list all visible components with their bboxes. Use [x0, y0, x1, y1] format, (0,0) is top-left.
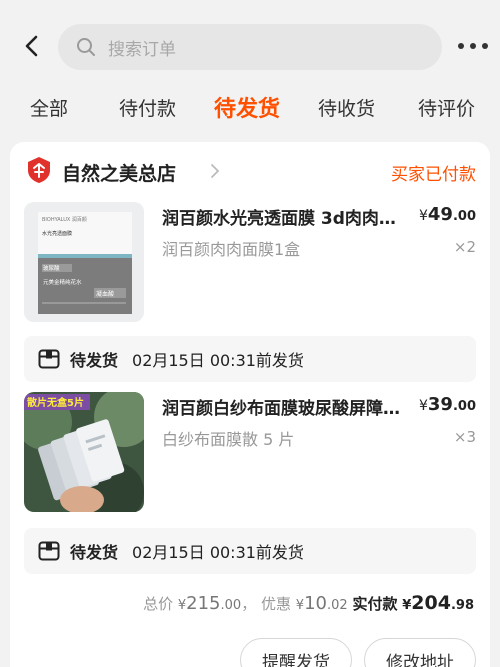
svg-text:玻尿酸: 玻尿酸: [43, 264, 60, 272]
product-title[interactable]: 润百颜水光亮透面膜 3d肉肉面膜: [162, 204, 406, 229]
more-menu-button[interactable]: [458, 38, 488, 54]
shipping-deadline-bar: 待发货 02月15日 00:31前发货: [24, 528, 476, 574]
chevron-right-icon: [211, 164, 220, 178]
svg-text:元美金精纯花水: 元美金精纯花水: [43, 278, 82, 286]
search-placeholder: 搜索订单: [108, 39, 176, 60]
back-button[interactable]: [18, 32, 46, 60]
svg-text:散片无盒5片: 散片无盒5片: [27, 396, 84, 409]
shipping-status: 待发货: [70, 543, 119, 562]
tab-pending-receipt[interactable]: 待收货: [318, 94, 375, 121]
product-quantity: ×3: [453, 428, 476, 446]
top-bar: 搜索订单: [0, 0, 500, 90]
order-item[interactable]: BIOHYALUX 润百颜 水光亮透面膜 玻尿酸 元美金精纯花水 凝血酸 润百颜…: [24, 202, 476, 326]
search-icon: [77, 38, 95, 56]
product-price: ¥49.00: [418, 204, 476, 225]
order-card: 自然之美总店 买家已付款 BIOHYALUX 润百颜 水光亮透面膜 玻尿酸 元美…: [10, 142, 490, 667]
more-dot-icon: [470, 43, 476, 49]
shipping-deadline: 02月15日 00:31前发货: [132, 351, 304, 370]
product-image: BIOHYALUX 润百颜 水光亮透面膜 玻尿酸 元美金精纯花水 凝血酸: [24, 202, 144, 322]
total-label: 总价: [143, 595, 174, 613]
product-title[interactable]: 润百颜白纱布面膜玻尿酸屏障修护: [162, 394, 406, 419]
order-status-tabs: 全部 待付款 待发货 待收货 待评价: [0, 88, 500, 128]
search-input[interactable]: 搜索订单: [58, 24, 442, 70]
shop-header[interactable]: 自然之美总店 买家已付款: [26, 156, 476, 186]
package-box-icon: [38, 349, 60, 369]
product-price: ¥39.00: [418, 394, 476, 415]
order-totals: 总价 ¥215.00， 优惠 ¥10.02 实付款 ¥204.98: [143, 592, 474, 614]
paid-amount: 204: [411, 592, 451, 614]
order-item[interactable]: 散片无盒5片 润百颜白纱布面膜玻尿酸屏障修护 ¥39.00 白纱布面膜散 5 片…: [24, 392, 476, 516]
remind-shipping-button[interactable]: 提醒发货: [240, 638, 352, 667]
discount-amount: 10: [304, 593, 327, 614]
shipping-deadline: 02月15日 00:31前发货: [132, 543, 304, 562]
mask-sheets-image: 散片无盒5片: [24, 392, 144, 512]
tab-pending-payment[interactable]: 待付款: [119, 94, 176, 121]
paid-label: 实付款: [352, 595, 398, 613]
shipping-deadline-bar: 待发货 02月15日 00:31前发货: [24, 336, 476, 382]
tab-pending-review[interactable]: 待评价: [418, 94, 475, 121]
shop-name[interactable]: 自然之美总店: [62, 159, 176, 186]
order-status: 买家已付款: [391, 165, 476, 185]
chevron-left-icon: [25, 35, 38, 57]
product-image: 散片无盒5片: [24, 392, 144, 512]
more-dot-icon: [482, 43, 488, 49]
product-sku: 润百颜肉肉面膜1盒: [162, 240, 301, 259]
svg-text:BIOHYALUX 润百颜: BIOHYALUX 润百颜: [42, 216, 87, 223]
more-dot-icon: [458, 43, 464, 49]
svg-text:凝血酸: 凝血酸: [96, 290, 114, 298]
discount-label: 优惠: [261, 595, 292, 613]
total-price: 215: [186, 593, 221, 614]
tab-pending-shipment[interactable]: 待发货: [214, 91, 280, 123]
svg-text:水光亮透面膜: 水光亮透面膜: [42, 230, 72, 237]
shop-logo-icon: [28, 157, 50, 183]
product-quantity: ×2: [453, 238, 476, 256]
package-box-icon: [38, 541, 60, 561]
product-sku: 白纱布面膜散 5 片: [162, 430, 295, 449]
change-address-button[interactable]: 修改地址: [364, 638, 476, 667]
mask-package-image: BIOHYALUX 润百颜 水光亮透面膜 玻尿酸 元美金精纯花水 凝血酸: [24, 202, 144, 322]
tab-all[interactable]: 全部: [30, 94, 68, 121]
shipping-status: 待发货: [70, 351, 119, 370]
